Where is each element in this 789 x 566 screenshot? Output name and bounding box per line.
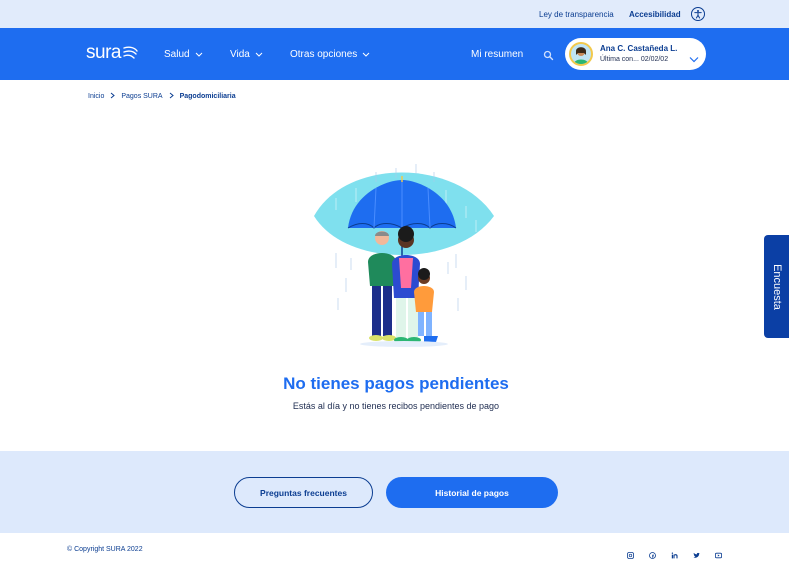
copyright-text: © Copyright SURA 2022 xyxy=(67,546,143,553)
main-navbar: sura Salud Vida Otras opciones Mi resume… xyxy=(0,28,789,80)
last-access: Última con... 02/02/02 xyxy=(600,56,669,63)
chevron-down-icon[interactable] xyxy=(689,50,699,68)
faq-button[interactable]: Preguntas frecuentes xyxy=(234,477,373,508)
nav-item-label: Vida xyxy=(230,49,250,60)
avatar xyxy=(569,42,593,66)
nav-item-otras-opciones[interactable]: Otras opciones xyxy=(290,49,370,60)
chevron-down-icon xyxy=(255,49,263,60)
breadcrumb-item-current: Pagodomiciliaria xyxy=(179,93,236,100)
logo-text: sura xyxy=(86,42,121,63)
footer: © Copyright SURA 2022 xyxy=(0,533,789,566)
top-utility-bar: Ley de transparencia Accesibilidad xyxy=(0,0,789,28)
chevron-right-icon xyxy=(169,92,174,101)
sura-logo-wings-icon xyxy=(123,46,138,59)
twitter-icon[interactable] xyxy=(693,546,700,558)
chevron-down-icon xyxy=(195,49,203,60)
accessibility-link[interactable]: Accesibilidad xyxy=(629,10,681,19)
breadcrumb-item-pagos-sura[interactable]: Pagos SURA xyxy=(121,93,162,100)
search-icon[interactable] xyxy=(543,48,554,66)
chevron-down-icon xyxy=(362,49,370,60)
youtube-icon[interactable] xyxy=(715,546,722,559)
nav-item-label: Mi resumen xyxy=(471,49,524,60)
nav-item-label: Salud xyxy=(164,49,190,60)
user-name: Ana C. Castañeda L. xyxy=(600,44,678,53)
page-title: No tienes pagos pendientes xyxy=(283,374,509,393)
page-subtitle: Estás al día y no tienes recibos pendien… xyxy=(292,401,500,411)
transparency-link[interactable]: Ley de transparencia xyxy=(539,10,614,19)
payment-history-button[interactable]: Historial de pagos xyxy=(386,477,558,508)
nav-item-label: Otras opciones xyxy=(290,49,358,60)
nav-item-salud[interactable]: Salud xyxy=(164,49,203,60)
accessibility-icon[interactable] xyxy=(691,7,705,21)
user-menu[interactable]: Ana C. Castañeda L. Última con... 02/02/… xyxy=(565,38,706,70)
breadcrumb: Inicio Pagos SURA Pagodomiciliaria xyxy=(88,92,236,101)
survey-tab[interactable]: Encuesta xyxy=(764,235,789,338)
instagram-icon[interactable] xyxy=(627,546,634,559)
facebook-icon[interactable] xyxy=(649,546,656,559)
family-under-umbrella-illustration xyxy=(306,158,502,348)
breadcrumb-item-inicio[interactable]: Inicio xyxy=(88,93,104,100)
actions-section: Preguntas frecuentes Historial de pagos xyxy=(0,451,789,533)
sura-logo[interactable]: sura xyxy=(86,42,138,64)
linkedin-icon[interactable] xyxy=(671,546,678,559)
survey-tab-label: Encuesta xyxy=(770,263,783,310)
nav-item-mi-resumen[interactable]: Mi resumen xyxy=(471,49,523,60)
nav-item-vida[interactable]: Vida xyxy=(230,49,263,60)
chevron-right-icon xyxy=(110,92,116,101)
